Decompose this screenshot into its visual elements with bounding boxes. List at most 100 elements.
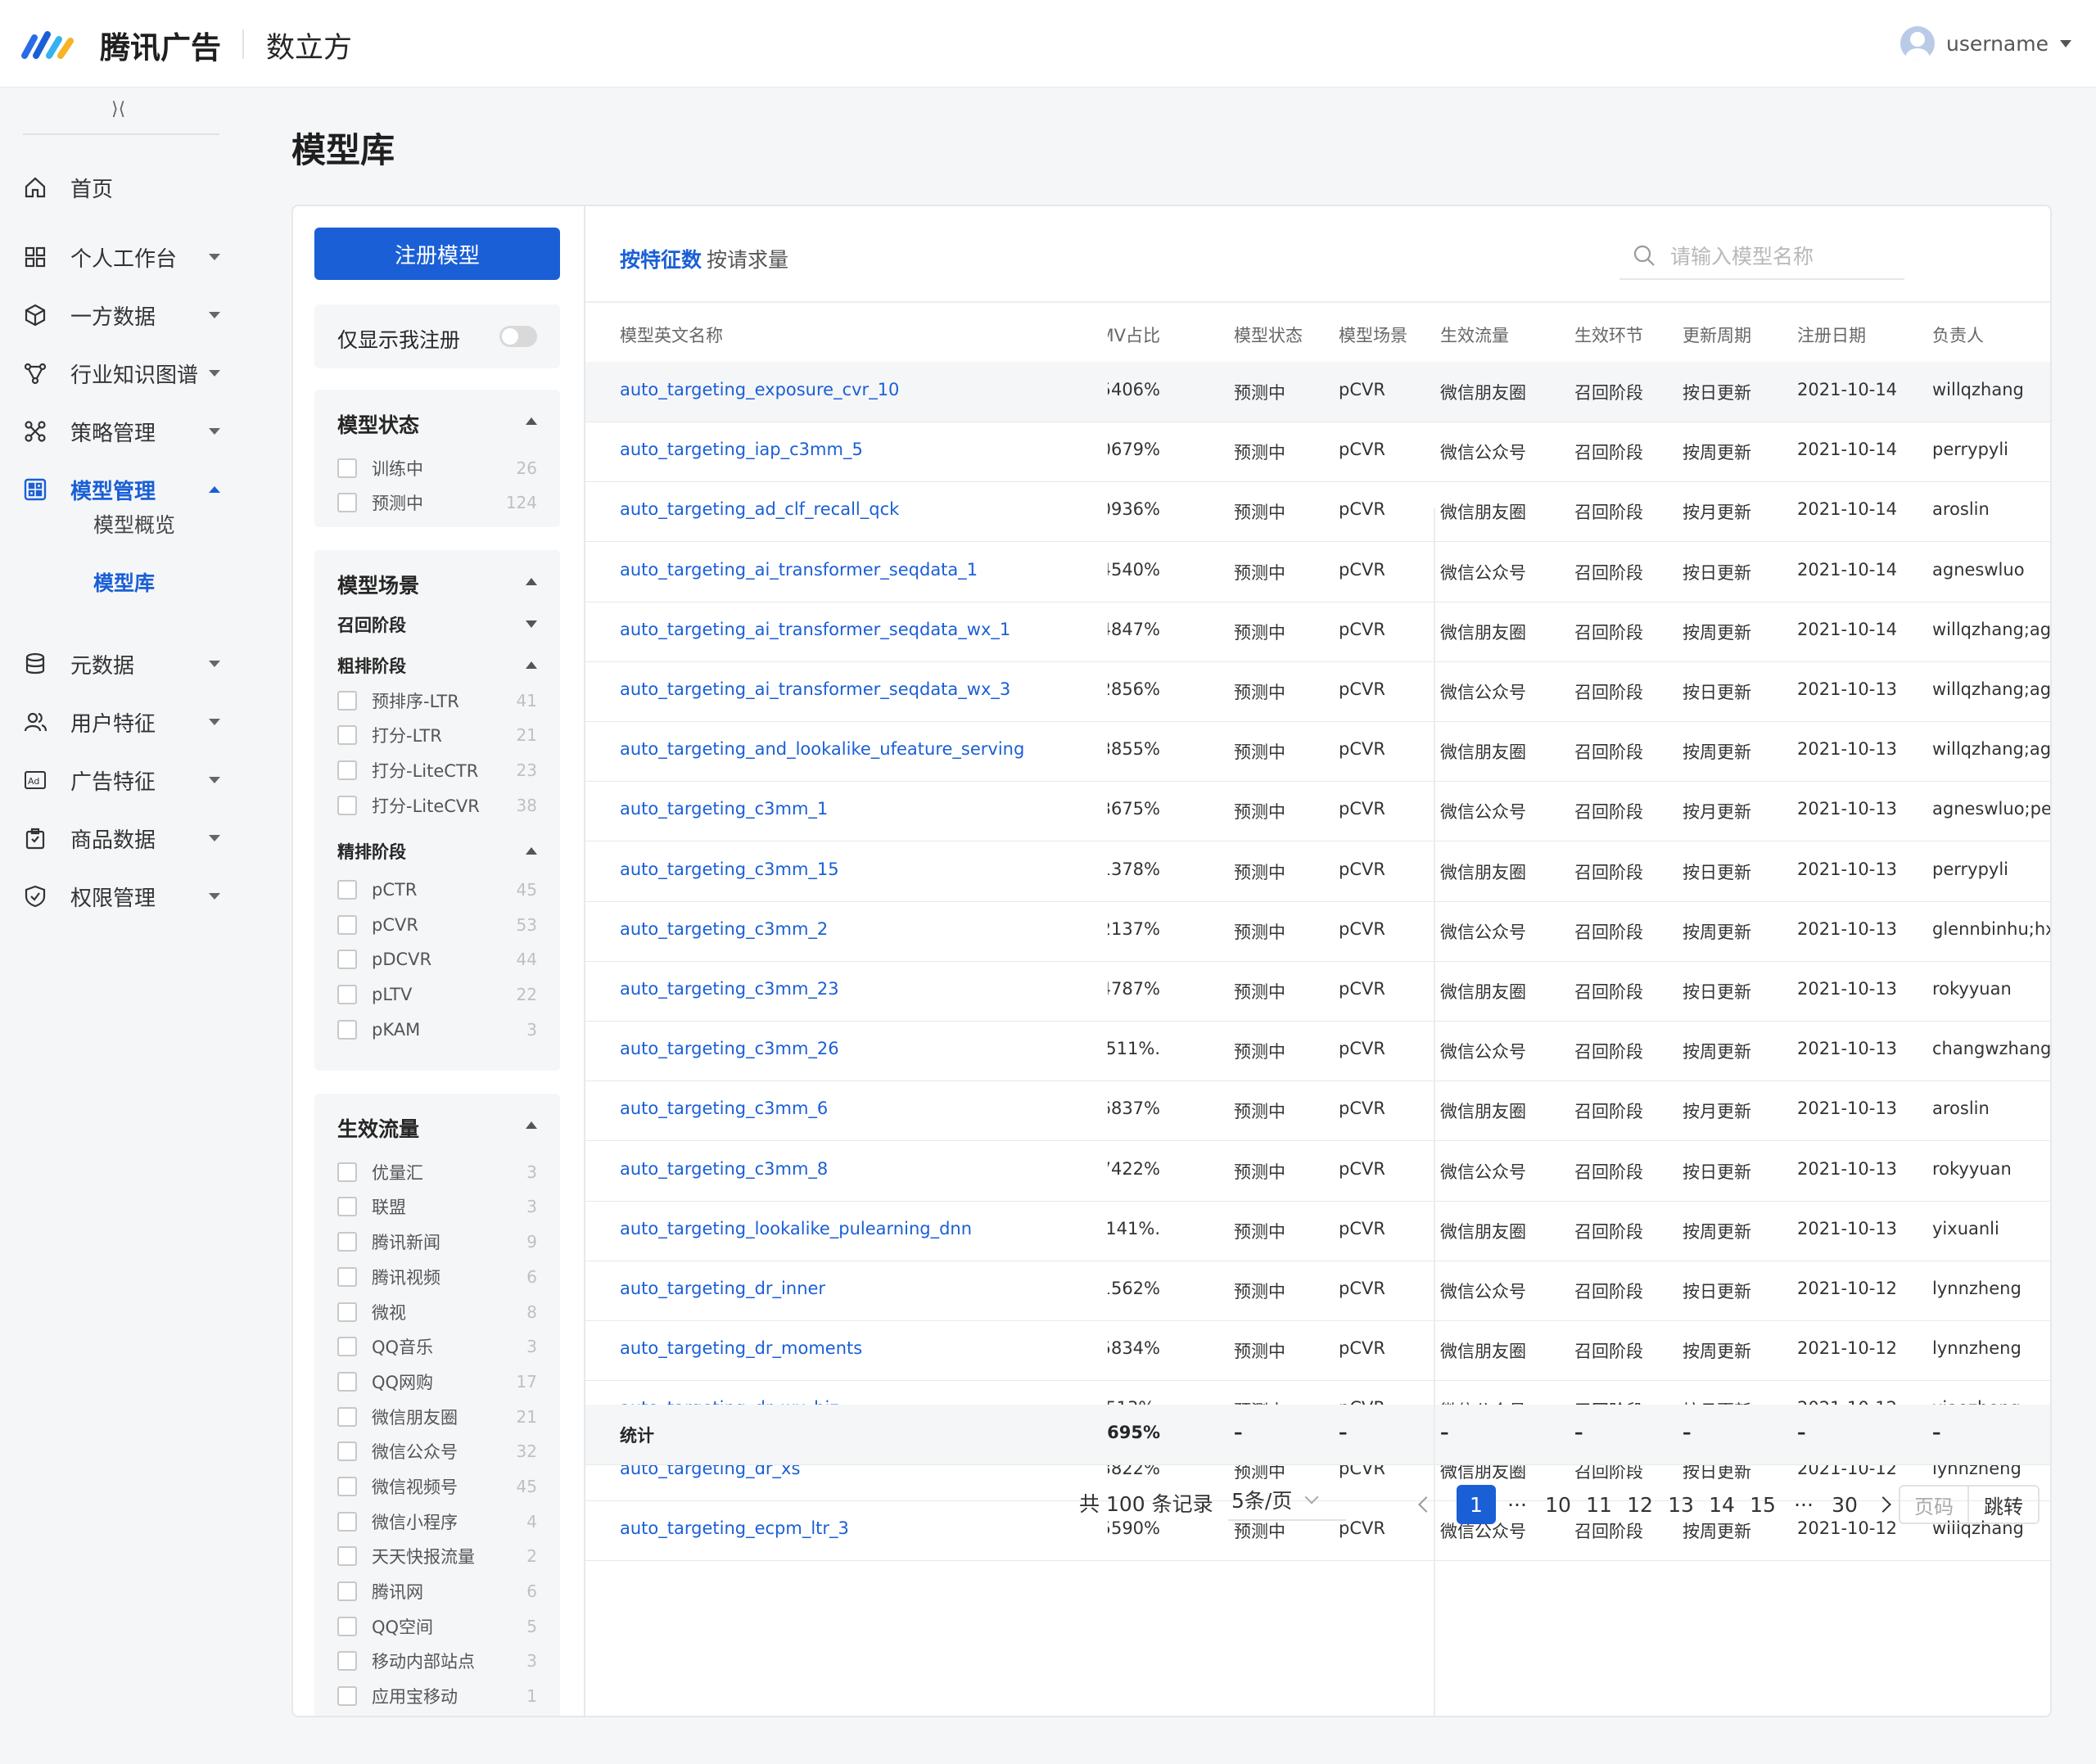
traffic-option[interactable]: QQ网购 17 (337, 1369, 537, 1394)
checkbox[interactable] (337, 1477, 357, 1496)
checkbox[interactable] (337, 458, 357, 478)
sidebar-item-first-party-data[interactable]: 一方数据 (0, 291, 246, 340)
model-name-link[interactable]: auto_targeting_c3mm_26 (620, 1039, 1111, 1058)
traffic-option[interactable]: QQ空间 5 (337, 1614, 537, 1639)
page-number[interactable]: 15 (1743, 1485, 1782, 1524)
page-jump-button[interactable]: 跳转 (1967, 1485, 2040, 1524)
collapse-up-icon[interactable] (526, 847, 537, 855)
checkbox[interactable] (337, 1581, 357, 1601)
table-row[interactable]: auto_targeting_c3mm_26.3511% 预测中 pCVR 微信公众号… (585, 1021, 2050, 1082)
expand-down-icon[interactable] (526, 620, 537, 628)
checkbox[interactable] (337, 1020, 357, 1040)
collapse-icon[interactable]: ⟩⟨ (111, 99, 125, 120)
coarse-stage-label[interactable]: 粗排阶段 (337, 653, 406, 678)
traffic-option[interactable]: 腾讯新闻 9 (337, 1229, 537, 1254)
table-row[interactable]: auto_targeting_c3mm_234787% 预测中 pCVR 微信朋友圈 召… (585, 961, 2050, 1022)
model-name-link[interactable]: auto_targeting_exposure_cvr_10 (620, 380, 1111, 399)
page-number[interactable]: 11 (1579, 1485, 1619, 1524)
sidebar-subitem-model-library[interactable]: 模型库 (93, 567, 155, 597)
table-row[interactable]: auto_targeting_ad_clf_recall_qck0936% 预测中… (585, 481, 2050, 543)
page-jump-input[interactable]: 页码 (1899, 1485, 1969, 1524)
table-row[interactable]: auto_targeting_dr_moments5834% 预测中 pCVR 微信朋… (585, 1320, 2050, 1382)
checkbox[interactable] (337, 1162, 357, 1182)
model-name-link[interactable]: auto_targeting_ad_clf_recall_qck (620, 499, 1111, 519)
checkbox[interactable] (337, 691, 357, 711)
checkbox[interactable] (337, 985, 357, 1004)
search-icon[interactable] (1633, 244, 1656, 270)
checkbox[interactable] (337, 1302, 357, 1322)
model-name-link[interactable]: auto_targeting_dr_inner (620, 1279, 1111, 1298)
checkbox[interactable] (337, 1197, 357, 1216)
table-row[interactable]: auto_targeting_iap_c3mm_50679% 预测中 pCVR 微信公… (585, 422, 2050, 483)
model-name-link[interactable]: auto_targeting_dr_moments (620, 1338, 1111, 1358)
model-name-link[interactable]: auto_targeting_ai_transformer_seqdata_wx… (620, 679, 1111, 699)
traffic-option[interactable]: 微视 8 (337, 1300, 537, 1324)
tencent-ads-logo[interactable] (21, 26, 79, 61)
table-row[interactable]: auto_targeting_exposure_cvr_105406% 预测中 pC… (585, 362, 2050, 422)
next-page-button[interactable] (1869, 1485, 1897, 1524)
scene-option[interactable]: pCVR 53 (337, 913, 537, 937)
sidebar-item-metadata[interactable]: 元数据 (0, 639, 246, 688)
sidebar-item-strategy[interactable]: 策略管理 (0, 407, 246, 456)
sidebar-item-model-management[interactable]: 模型管理 (0, 465, 246, 514)
recall-stage-label[interactable]: 召回阶段 (337, 612, 406, 637)
scene-option[interactable]: pLTV 22 (337, 982, 537, 1007)
traffic-option[interactable]: 微信公众号 32 (337, 1439, 537, 1464)
table-row[interactable]: auto_targeting_c3mm_13675% 预测中 pCVR 微信公众号 召回… (585, 781, 2050, 842)
table-row[interactable]: auto_targeting_c3mm_66837% 预测中 pCVR 微信朋友圈 召回… (585, 1081, 2050, 1142)
model-name-link[interactable]: auto_targeting_and_lookalike_ufeature_se… (620, 739, 1111, 759)
traffic-option[interactable]: 腾讯网 6 (337, 1579, 537, 1604)
checkbox[interactable] (337, 760, 357, 780)
traffic-option[interactable]: QQ音乐 3 (337, 1334, 537, 1359)
model-name-link[interactable]: auto_targeting_c3mm_1 (620, 799, 1111, 819)
sidebar-item-user-features[interactable]: 用户特征 (0, 697, 246, 747)
page-number[interactable]: 10 (1538, 1485, 1578, 1524)
checkbox[interactable] (337, 1372, 357, 1392)
table-row[interactable]: auto_targeting_ai_transformer_seqdata_wx… (585, 602, 2050, 662)
traffic-option[interactable]: 腾讯视频 6 (337, 1265, 537, 1289)
checkbox[interactable] (337, 1267, 357, 1287)
status-option[interactable]: 训练中 26 (337, 456, 537, 480)
user-menu[interactable]: username (1900, 25, 2071, 62)
table-row[interactable]: auto_targeting_lookalike_pulearning_dnn.… (585, 1201, 2050, 1261)
traffic-option[interactable]: 微信小程序 4 (337, 1509, 537, 1534)
traffic-option[interactable]: 微信视频号 45 (337, 1474, 537, 1499)
traffic-option[interactable]: 优量汇 3 (337, 1160, 537, 1184)
scene-option[interactable]: pDCVR 44 (337, 947, 537, 972)
traffic-option[interactable]: 应用宝移动 1 (337, 1684, 537, 1708)
collapse-up-icon[interactable] (526, 578, 537, 585)
checkbox[interactable] (337, 1546, 357, 1566)
model-name-link[interactable]: auto_targeting_c3mm_6 (620, 1099, 1111, 1118)
sidebar-item-product-data[interactable]: 商品数据 (0, 814, 246, 863)
page-size-select[interactable]: 5条/页 (1228, 1480, 1346, 1521)
table-row[interactable]: auto_targeting_c3mm_151378% 预测中 pCVR 微信朋友圈 召… (585, 841, 2050, 902)
model-name-link[interactable]: auto_targeting_ai_transformer_seqdata_1 (620, 560, 1111, 580)
page-ellipsis[interactable]: ··· (1784, 1485, 1823, 1524)
sidebar-subitem-model-overview[interactable]: 模型概览 (93, 509, 175, 539)
table-row[interactable]: auto_targeting_and_lookalike_ufeature_se… (585, 721, 2050, 783)
collapse-up-icon[interactable] (526, 417, 537, 425)
model-name-link[interactable]: auto_targeting_c3mm_8 (620, 1159, 1111, 1179)
status-option[interactable]: 预测中 124 (337, 490, 537, 515)
page-number[interactable]: 14 (1702, 1485, 1741, 1524)
checkbox[interactable] (337, 1441, 357, 1461)
traffic-option[interactable]: 微信朋友圈 21 (337, 1405, 537, 1429)
collapse-up-icon[interactable] (526, 1121, 537, 1129)
scene-option[interactable]: 预排序-LTR 41 (337, 688, 537, 713)
fine-stage-label[interactable]: 精排阶段 (337, 839, 406, 864)
traffic-option[interactable]: 天天快报流量 2 (337, 1544, 537, 1568)
sidebar-item-home[interactable]: 首页 (0, 163, 246, 212)
checkbox[interactable] (337, 725, 357, 745)
tab-by-feature-count[interactable]: 按特征数 (620, 244, 702, 273)
model-name-link[interactable]: auto_targeting_iap_c3mm_5 (620, 440, 1111, 459)
register-model-button[interactable]: 注册模型 (314, 228, 560, 280)
tab-by-request-volume[interactable]: 按请求量 (707, 244, 788, 273)
traffic-option[interactable]: 移动内部站点 3 (337, 1649, 537, 1673)
checkbox[interactable] (337, 915, 357, 935)
scene-option[interactable]: pKAM 3 (337, 1017, 537, 1042)
table-row[interactable]: auto_targeting_ai_transformer_seqdata_14… (585, 542, 2050, 602)
checkbox[interactable] (337, 1407, 357, 1427)
prev-page-button[interactable] (1412, 1485, 1440, 1524)
model-name-link[interactable]: auto_targeting_c3mm_15 (620, 859, 1111, 879)
checkbox[interactable] (337, 1651, 357, 1671)
